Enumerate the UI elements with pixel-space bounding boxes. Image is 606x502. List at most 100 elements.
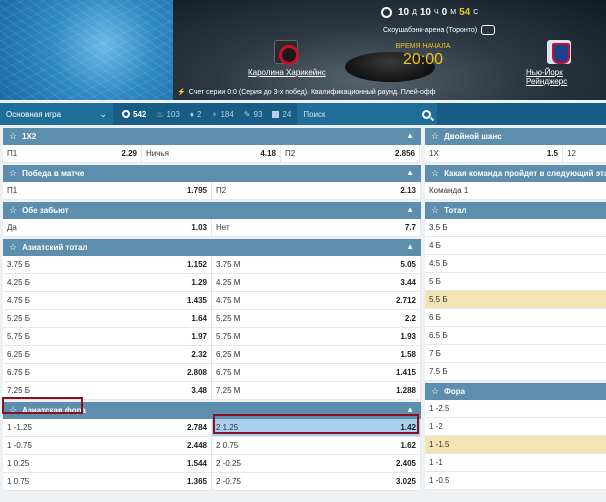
odds-cell[interactable]: 2 0.75 1.62 — [212, 437, 421, 454]
away-team-name[interactable]: Нью-Йорк Рейнджерс — [526, 68, 606, 86]
odds-cell[interactable]: П1 1.795 — [3, 182, 212, 199]
star-icon[interactable]: ☆ — [9, 242, 17, 253]
filter-goals[interactable]: ♦ 2 — [190, 110, 202, 119]
odds-cell[interactable]: 4.75 Б 1.435 — [3, 292, 212, 309]
market-row[interactable]: 6.5 Б — [425, 327, 606, 345]
market-row[interactable]: 6 Б — [425, 309, 606, 327]
filter-basket[interactable]: ♆ 184 — [211, 110, 233, 119]
odds-cell[interactable]: 1 0.25 1.544 — [3, 455, 212, 472]
market-row-highlighted[interactable]: 5.5 Б — [425, 291, 606, 309]
odds-cell[interactable]: Ничья 4.18 — [142, 145, 281, 162]
market-row-highlighted[interactable]: 1 -1.5 — [425, 436, 606, 454]
market-header-win[interactable]: ☆ Победа в матче ▲ — [3, 165, 421, 182]
star-icon[interactable]: ☆ — [431, 205, 439, 216]
market-row[interactable]: 5 Б — [425, 273, 606, 291]
odds-cell[interactable]: 1 -0.75 2.448 — [3, 437, 212, 454]
market-row[interactable]: 7.5 Б — [425, 363, 606, 381]
star-icon[interactable]: ☆ — [431, 386, 439, 397]
odds-cell[interactable]: Да 1.03 — [3, 219, 212, 236]
odds-value: 5.05 — [400, 260, 416, 269]
odds-cell[interactable]: 5.75 М 1.93 — [212, 328, 421, 345]
market-row[interactable]: 1 -0.5 — [425, 472, 606, 490]
odds-cell[interactable]: 1 -2.5 — [425, 400, 606, 417]
market-row[interactable]: 4.5 Б — [425, 255, 606, 273]
search-icon[interactable] — [422, 109, 432, 119]
odds-cell[interactable]: 6.25 Б 2.32 — [3, 346, 212, 363]
odds-cell[interactable]: 3.75 М 5.05 — [212, 256, 421, 273]
filter-tv[interactable]: 24 — [272, 110, 291, 119]
odds-cell[interactable]: 7.25 Б 3.48 — [3, 382, 212, 399]
odds-cell[interactable]: 1X 1.5 — [425, 145, 563, 162]
market-header-asian-total[interactable]: ☆ Азиатский тотал ▲ — [3, 239, 421, 256]
odds-cell[interactable]: 6.75 Б 2.808 — [3, 364, 212, 381]
market-header-btts[interactable]: ☆ Обе забьют ▲ — [3, 202, 421, 219]
odds-cell[interactable]: П1 2.29 — [3, 145, 142, 162]
odds-cell[interactable]: 4.5 Б — [425, 255, 606, 272]
star-icon[interactable]: ☆ — [9, 405, 17, 416]
market-header-total[interactable]: ☆ Тотал — [425, 202, 606, 219]
odds-cell[interactable]: 1 0.75 1.365 — [3, 473, 212, 490]
odds-cell[interactable]: 7.5 Б — [425, 363, 606, 380]
market-header-advance[interactable]: ☆ Какая команда пройдет в следующий этап — [425, 165, 606, 182]
odds-cell[interactable]: 5.25 М 2.2 — [212, 310, 421, 327]
market-header-double-chance[interactable]: ☆ Двойной шанс — [425, 128, 606, 145]
star-icon[interactable]: ☆ — [9, 205, 17, 216]
odds-cell[interactable]: 4.25 М 3.44 — [212, 274, 421, 291]
odds-cell[interactable]: 1 -1 — [425, 454, 606, 471]
odds-value: 2.808 — [186, 368, 207, 377]
chevron-up-icon[interactable]: ▲ — [406, 131, 414, 140]
odds-cell[interactable]: 4 Б — [425, 237, 606, 254]
filter-tools[interactable]: ✎ 93 — [244, 110, 263, 119]
star-icon[interactable]: ☆ — [431, 131, 439, 142]
odds-cell[interactable]: 5.25 Б 1.64 — [3, 310, 212, 327]
market-row[interactable]: 1 -2.5 — [425, 400, 606, 418]
tv-icon[interactable] — [481, 25, 495, 35]
market-row[interactable]: 7 Б — [425, 345, 606, 363]
odds-cell[interactable]: Команда 1 — [425, 182, 606, 199]
market-row[interactable]: 1 -2 — [425, 418, 606, 436]
star-icon[interactable]: ☆ — [431, 168, 439, 179]
odds-cell[interactable]: 2 -0.25 2.405 — [212, 455, 421, 472]
odds-cell[interactable]: 6.75 М 1.415 — [212, 364, 421, 381]
odds-cell[interactable]: 3.75 Б 1.152 — [3, 256, 212, 273]
odds-cell[interactable]: П2 2.13 — [212, 182, 421, 199]
odds-cell[interactable]: 6.25 М 1.58 — [212, 346, 421, 363]
odds-cell[interactable]: 3.5 Б — [425, 219, 606, 236]
odds-cell[interactable]: 1 -1.25 2.784 — [3, 419, 212, 436]
market-row[interactable]: 4 Б — [425, 237, 606, 255]
market-row[interactable]: 1 -1 — [425, 454, 606, 472]
game-period-select[interactable]: Основная игра ⌄ — [0, 103, 113, 125]
filter-all[interactable]: 542 — [122, 110, 146, 119]
odds-cell[interactable]: 5.75 Б 1.97 — [3, 328, 212, 345]
home-team-name[interactable]: Каролина Харикейнс — [248, 68, 326, 77]
odds-cell[interactable]: П2 2.856 — [281, 145, 420, 162]
chevron-up-icon[interactable]: ▲ — [406, 168, 414, 177]
chevron-up-icon[interactable]: ▲ — [406, 205, 414, 214]
odds-cell[interactable]: 1 -1.5 — [425, 436, 606, 453]
odds-cell[interactable]: Нет 7.7 — [212, 219, 421, 236]
odds-cell[interactable]: 7.25 М 1.288 — [212, 382, 421, 399]
market-header-asian-handicap[interactable]: ☆ Азиатская фора ▲ — [3, 402, 421, 419]
market-row[interactable]: 3.5 Б — [425, 219, 606, 237]
filter-popular[interactable]: ♨ 103 — [156, 110, 180, 119]
market-header-1x2[interactable]: ☆ 1X2 ▲ — [3, 128, 421, 145]
odds-cell[interactable]: 1 -0.5 — [425, 472, 606, 489]
odds-cell[interactable]: 4.75 М 2.712 — [212, 292, 421, 309]
odds-cell[interactable]: 6 Б — [425, 309, 606, 326]
odds-cell[interactable]: 7 Б — [425, 345, 606, 362]
market-header-handicap[interactable]: ☆ Фора — [425, 383, 606, 400]
odds-cell[interactable]: 4.25 Б 1.29 — [3, 274, 212, 291]
star-icon[interactable]: ☆ — [9, 131, 17, 142]
odds-cell[interactable]: 5 Б — [425, 273, 606, 290]
star-icon[interactable]: ☆ — [9, 168, 17, 179]
chevron-up-icon[interactable]: ▲ — [406, 405, 414, 414]
odds-cell[interactable]: 6.5 Б — [425, 327, 606, 344]
odds-cell[interactable]: 12 — [563, 145, 606, 162]
chevron-up-icon[interactable]: ▲ — [406, 242, 414, 251]
odds-cell[interactable]: 5.5 Б — [425, 291, 606, 308]
market-row: 1 -1.25 2.784 2 1.25 1.42 — [3, 419, 421, 437]
odds-cell[interactable]: 1 -2 — [425, 418, 606, 435]
odds-cell-selected[interactable]: 2 1.25 1.42 — [212, 419, 421, 436]
odds-cell[interactable]: 2 -0.75 3.025 — [212, 473, 421, 490]
search-input[interactable]: Поиск — [297, 103, 438, 125]
